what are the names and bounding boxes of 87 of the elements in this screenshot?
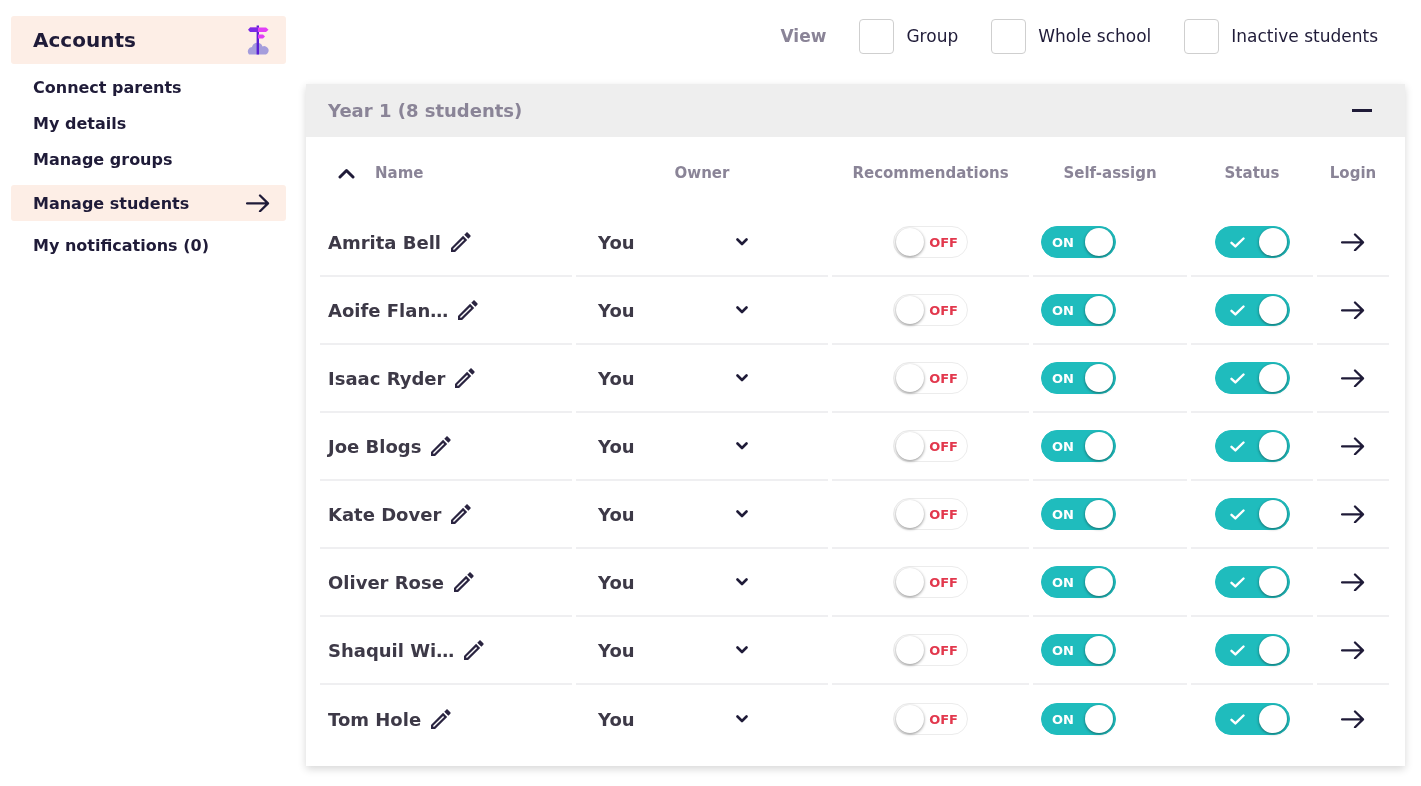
- status-switch[interactable]: [1214, 226, 1290, 258]
- checkbox-label[interactable]: Inactive students: [1231, 26, 1378, 46]
- owner-dropdown[interactable]: You: [598, 503, 748, 525]
- pencil-icon[interactable]: [453, 572, 474, 592]
- chevron-down-icon: [736, 646, 748, 654]
- student-name: Tom Hole: [328, 708, 422, 730]
- arrow-right-icon[interactable]: [1341, 572, 1365, 592]
- status-switch[interactable]: [1214, 634, 1290, 666]
- chevron-down-icon: [736, 306, 748, 314]
- student-name: Kate Dover: [328, 503, 442, 525]
- checkbox-label[interactable]: Whole school: [1038, 26, 1152, 46]
- status-switch[interactable]: [1214, 498, 1290, 530]
- owner-dropdown[interactable]: You: [598, 571, 748, 593]
- status-switch[interactable]: [1214, 362, 1290, 394]
- recommendations-switch[interactable]: OFF: [893, 566, 968, 598]
- arrow-right-icon[interactable]: [1341, 368, 1365, 388]
- check-icon: [1229, 236, 1245, 248]
- status-switch[interactable]: [1214, 294, 1290, 326]
- check-icon: [1229, 304, 1245, 316]
- checkbox-label[interactable]: Group: [906, 26, 959, 46]
- recommendations-switch[interactable]: OFF: [893, 294, 968, 326]
- arrow-right-icon[interactable]: [1341, 640, 1365, 660]
- view-label: View: [780, 26, 827, 46]
- chevron-down-icon: [736, 510, 748, 518]
- chevron-down-icon: [736, 578, 748, 586]
- check-icon: [1229, 508, 1245, 520]
- caret-up-icon[interactable]: [338, 167, 355, 179]
- status-switch[interactable]: [1214, 703, 1290, 735]
- student-name: Isaac Ryder: [328, 367, 446, 389]
- arrow-right-icon[interactable]: [1341, 232, 1365, 252]
- sidebar-item[interactable]: My notifications (0): [11, 227, 286, 263]
- sidebar-item[interactable]: My details: [11, 105, 286, 141]
- checkbox[interactable]: [1184, 18, 1220, 54]
- owner-dropdown[interactable]: You: [598, 639, 748, 661]
- column-header: Login: [1329, 164, 1377, 182]
- pencil-icon[interactable]: [431, 436, 452, 456]
- pencil-icon[interactable]: [464, 640, 485, 660]
- student-name: Joe Blogs: [328, 435, 422, 457]
- check-icon: [1229, 644, 1245, 656]
- chevron-down-icon: [736, 374, 748, 382]
- owner-dropdown[interactable]: You: [598, 435, 748, 457]
- check-icon: [1229, 576, 1245, 588]
- chevron-down-icon: [736, 238, 748, 246]
- sidebar-item[interactable]: Manage students: [11, 185, 286, 221]
- recommendations-switch[interactable]: OFF: [893, 226, 968, 258]
- arrow-right-icon[interactable]: [1341, 504, 1365, 524]
- chevron-down-icon: [736, 442, 748, 450]
- pencil-icon[interactable]: [455, 368, 476, 388]
- pencil-icon[interactable]: [451, 232, 472, 252]
- owner-dropdown[interactable]: You: [598, 231, 748, 253]
- group-title: Year 1 (8 students): [328, 100, 523, 121]
- column-header: Status: [1224, 164, 1280, 182]
- column-header: Owner: [674, 164, 730, 182]
- pencil-icon[interactable]: [451, 504, 472, 524]
- check-icon: [1229, 713, 1245, 725]
- recommendations-switch[interactable]: OFF: [893, 430, 968, 462]
- column-header: Name: [375, 164, 424, 182]
- owner-dropdown[interactable]: You: [598, 367, 748, 389]
- owner-dropdown[interactable]: You: [598, 708, 748, 730]
- arrow-right-icon[interactable]: [1341, 300, 1365, 320]
- checkbox[interactable]: [859, 18, 895, 54]
- student-name: Amrita Bell: [328, 231, 442, 253]
- student-name: Aoife Flan…: [328, 299, 449, 321]
- sidebar-item[interactable]: Manage groups: [11, 141, 286, 177]
- owner-dropdown[interactable]: You: [598, 299, 748, 321]
- pencil-icon[interactable]: [431, 709, 452, 729]
- chevron-down-icon: [736, 715, 748, 723]
- sidebar-title: Accounts: [33, 28, 136, 52]
- recommendations-switch[interactable]: OFF: [893, 362, 968, 394]
- check-icon: [1229, 440, 1245, 452]
- check-icon: [1229, 372, 1245, 384]
- pencil-icon[interactable]: [458, 300, 479, 320]
- recommendations-switch[interactable]: OFF: [893, 498, 968, 530]
- arrow-right-icon[interactable]: [246, 193, 270, 213]
- recommendations-switch[interactable]: OFF: [893, 634, 968, 666]
- status-switch[interactable]: [1214, 566, 1290, 598]
- checkbox[interactable]: [991, 18, 1027, 54]
- sidebar-item[interactable]: Connect parents: [11, 69, 286, 105]
- status-switch[interactable]: [1214, 430, 1290, 462]
- arrow-right-icon[interactable]: [1341, 436, 1365, 456]
- column-header: Recommendations: [852, 164, 1009, 182]
- recommendations-switch[interactable]: OFF: [893, 703, 968, 735]
- column-header: Self-assign: [1063, 164, 1157, 182]
- student-name: Oliver Rose: [328, 571, 444, 593]
- arrow-right-icon[interactable]: [1341, 709, 1365, 729]
- student-name: Shaquil Wi…: [328, 639, 455, 661]
- signpost-icon: [247, 25, 269, 55]
